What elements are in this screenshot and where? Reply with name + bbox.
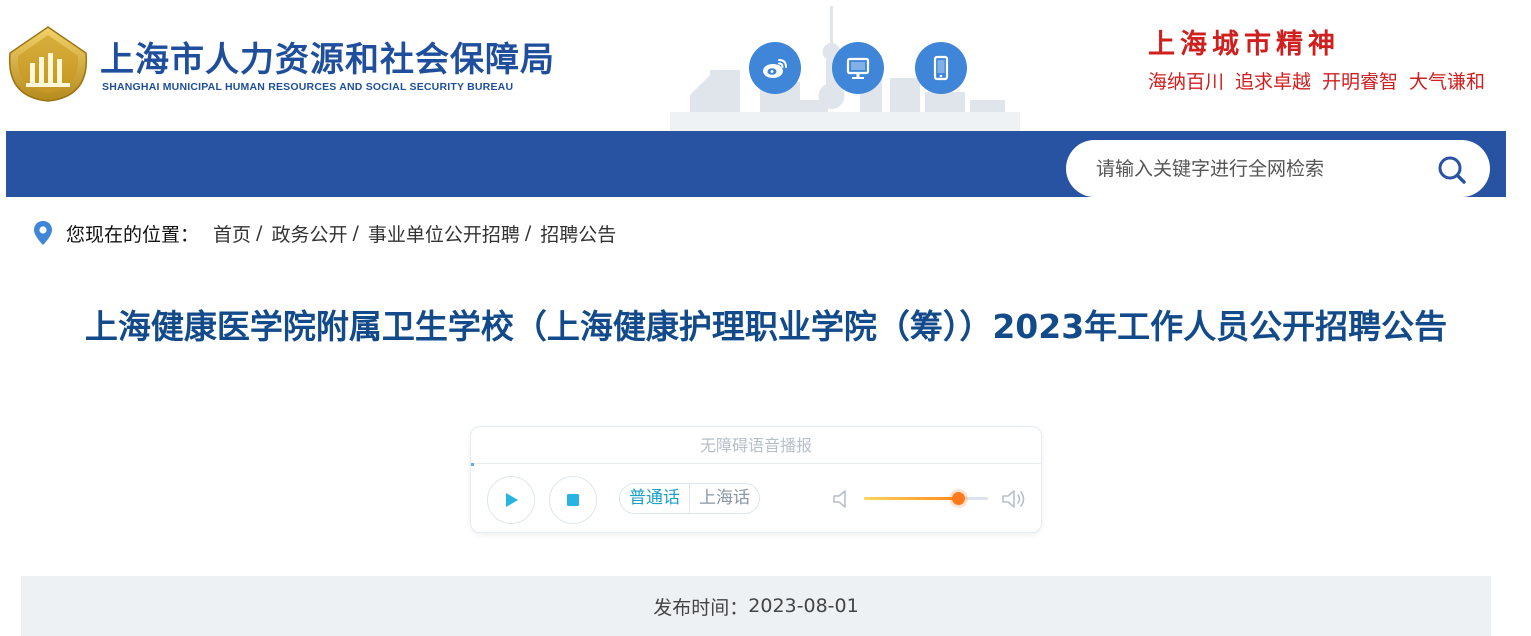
- breadcrumb-label: 您现在的位置：: [66, 223, 200, 246]
- publish-info-bar: 发布时间： 2023-08-01: [21, 576, 1491, 636]
- breadcrumb-home[interactable]: 首页: [213, 220, 251, 247]
- player-progress-bar[interactable]: [471, 463, 474, 466]
- mobile-button[interactable]: [915, 42, 967, 94]
- volume-low-icon[interactable]: [831, 487, 853, 511]
- search-icon: [1438, 156, 1466, 184]
- accessibility-audio-player: 无障碍语音播报 普通话 上海话: [470, 426, 1042, 533]
- article-title: 上海健康医学院附属卫生学校（上海健康护理职业学院（筹））2023年工作人员公开招…: [84, 307, 1448, 346]
- page: 上海市人力资源和社会保障局 SHANGHAI MUNICIPAL HUMAN R…: [0, 0, 1531, 636]
- language-mandarin[interactable]: 普通话: [620, 484, 689, 513]
- search-box: [1066, 140, 1490, 197]
- breadcrumb-separator: /: [524, 222, 532, 244]
- spirit-slogan: 海纳百川: [1148, 71, 1225, 93]
- play-button[interactable]: [487, 476, 535, 524]
- stop-icon: [567, 494, 579, 506]
- mobile-icon: [933, 55, 949, 81]
- breadcrumb-public-recruitment[interactable]: 事业单位公开招聘: [368, 220, 520, 247]
- language-selector: 普通话 上海话: [619, 483, 760, 514]
- spirit-slogan: 大气谦和: [1409, 71, 1486, 93]
- spirit-slogan: 追求卓越: [1235, 71, 1312, 93]
- desktop-button[interactable]: [832, 42, 884, 94]
- publish-label: 发布时间：: [653, 596, 749, 619]
- desktop-icon: [846, 57, 870, 79]
- bureau-logo-icon[interactable]: [6, 25, 90, 103]
- breadcrumb-recruitment-notice[interactable]: 招聘公告: [540, 220, 616, 247]
- search-input[interactable]: [1096, 154, 1426, 184]
- volume-slider[interactable]: [864, 492, 988, 505]
- city-spirit-title: 上海城市精神: [1148, 29, 1340, 60]
- search-button[interactable]: [1434, 152, 1470, 188]
- publish-date: 2023-08-01: [748, 595, 859, 617]
- play-icon: [506, 493, 518, 507]
- volume-high-icon[interactable]: [1001, 487, 1027, 511]
- language-shanghainese[interactable]: 上海话: [689, 484, 759, 513]
- volume-slider-fill: [864, 497, 959, 500]
- spirit-slogan: 开明睿智: [1322, 71, 1399, 93]
- site-subtitle: SHANGHAI MUNICIPAL HUMAN RESOURCES AND S…: [102, 81, 514, 93]
- player-title: 无障碍语音播报: [471, 427, 1041, 464]
- breadcrumb: 您现在的位置： 首页 / 政务公开 / 事业单位公开招聘 / 招聘公告: [32, 218, 616, 248]
- weibo-icon: [763, 59, 787, 78]
- site-title[interactable]: 上海市人力资源和社会保障局: [100, 32, 555, 81]
- city-spirit-slogans: 海纳百川 追求卓越 开明睿智 大气谦和: [1148, 67, 1485, 94]
- stop-button[interactable]: [549, 476, 597, 524]
- weibo-button[interactable]: [749, 42, 801, 94]
- breadcrumb-separator: /: [352, 222, 359, 244]
- volume-slider-knob[interactable]: [951, 492, 965, 505]
- location-pin-icon: [34, 221, 52, 245]
- breadcrumb-separator: /: [256, 222, 263, 244]
- breadcrumb-public-affairs[interactable]: 政务公开: [271, 220, 347, 247]
- site-header: 上海市人力资源和社会保障局 SHANGHAI MUNICIPAL HUMAN R…: [0, 0, 1531, 131]
